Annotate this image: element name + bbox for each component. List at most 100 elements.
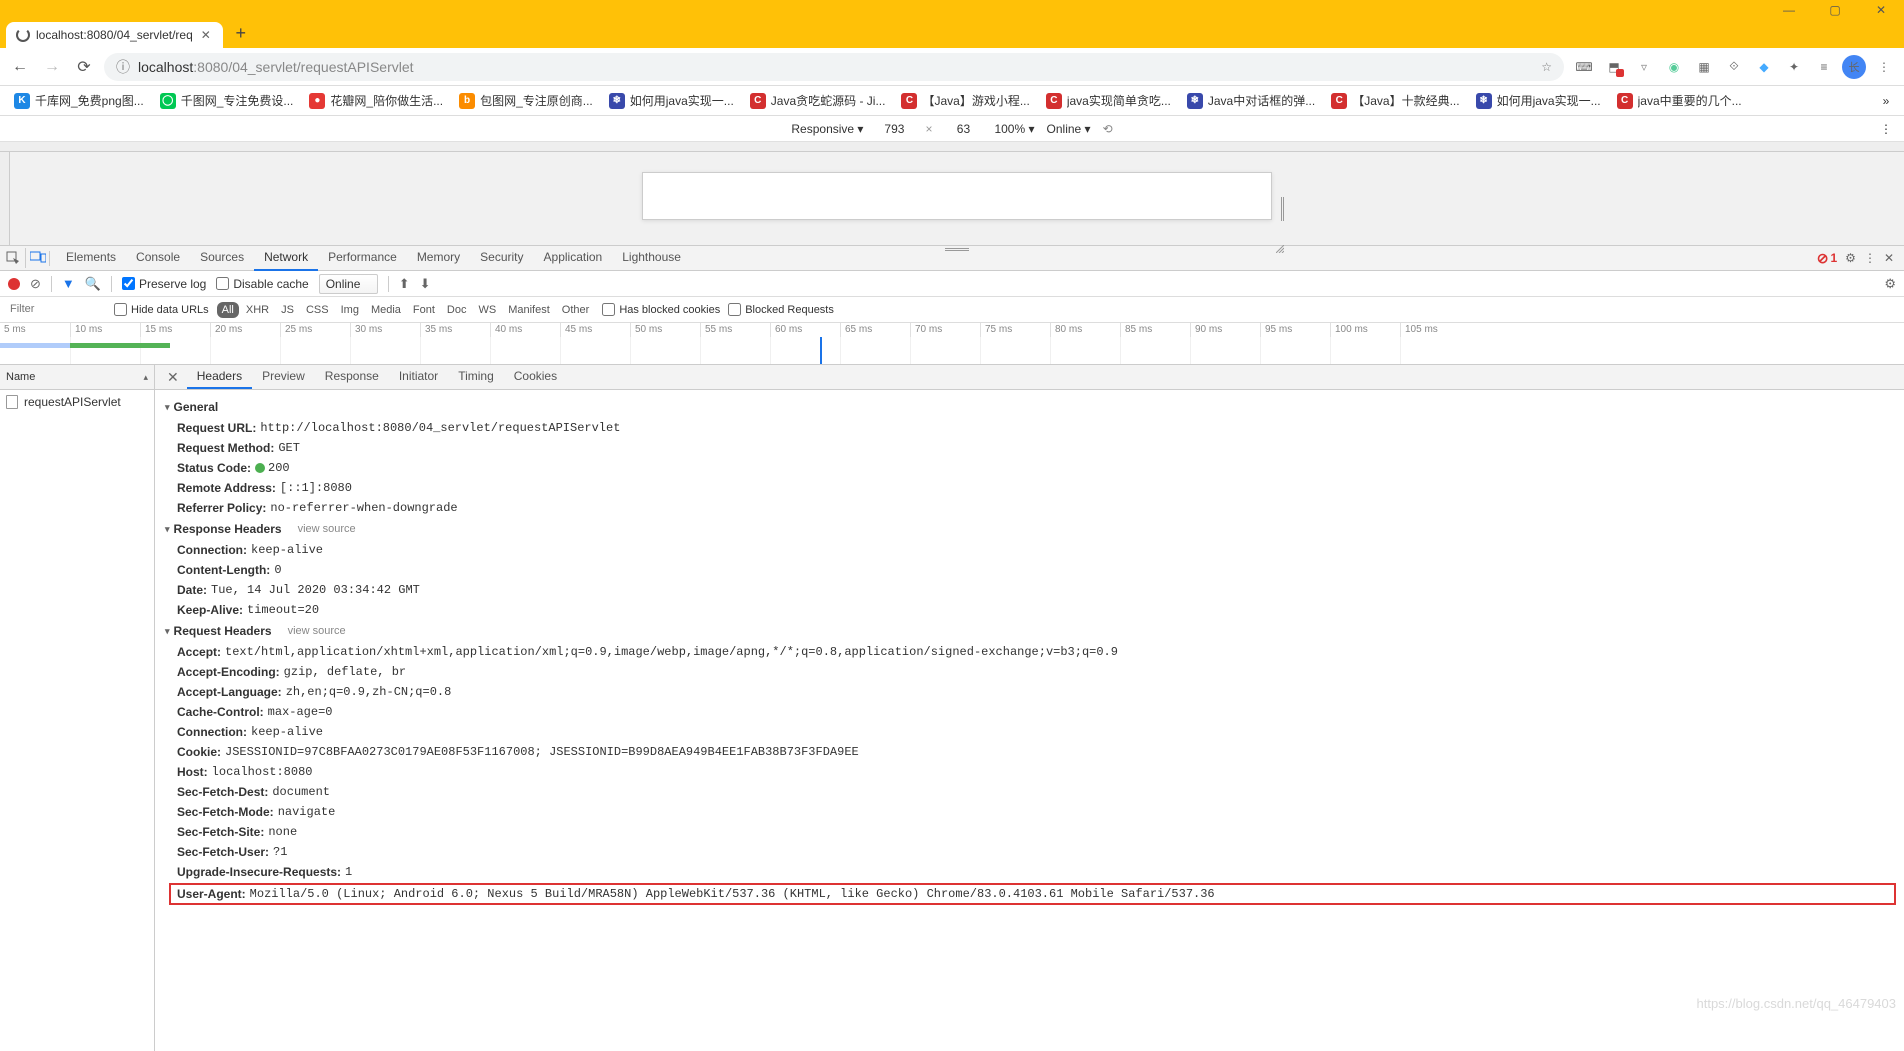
bookmark-item[interactable]: Cjava实现简单贪吃... bbox=[1038, 88, 1179, 113]
bookmark-item[interactable]: ❄如何用java实现一... bbox=[1468, 88, 1609, 113]
profile-avatar[interactable]: 长 bbox=[1842, 55, 1866, 79]
bookmarks-overflow-icon[interactable]: » bbox=[1874, 94, 1898, 108]
network-overview[interactable]: 5 ms10 ms15 ms20 ms25 ms30 ms35 ms40 ms4… bbox=[0, 323, 1904, 365]
filter-type-img[interactable]: Img bbox=[336, 302, 364, 318]
bookmark-item[interactable]: ◯千图网_专注免费设... bbox=[152, 88, 302, 113]
ext-icon[interactable]: ⟐ bbox=[1722, 55, 1746, 79]
filter-type-font[interactable]: Font bbox=[408, 302, 440, 318]
resize-handle-right[interactable] bbox=[1281, 197, 1284, 221]
view-source-link[interactable]: view source bbox=[298, 523, 356, 535]
filter-type-manifest[interactable]: Manifest bbox=[503, 302, 555, 318]
filter-type-css[interactable]: CSS bbox=[301, 302, 334, 318]
zoom-select[interactable]: 100% ▾ bbox=[994, 122, 1034, 136]
nav-forward-icon[interactable]: → bbox=[40, 55, 64, 79]
device-width[interactable]: 793 bbox=[875, 122, 913, 136]
request-list-header[interactable]: Name bbox=[0, 365, 154, 390]
request-row[interactable]: requestAPIServlet bbox=[0, 390, 154, 414]
filter-type-ws[interactable]: WS bbox=[473, 302, 501, 318]
record-icon[interactable] bbox=[8, 278, 20, 290]
section-header[interactable]: General bbox=[155, 396, 1904, 418]
bookmark-item[interactable]: Cjava中重要的几个... bbox=[1609, 88, 1750, 113]
detail-tab-cookies[interactable]: Cookies bbox=[504, 365, 567, 389]
filter-type-js[interactable]: JS bbox=[276, 302, 299, 318]
detail-tab-headers[interactable]: Headers bbox=[187, 365, 252, 389]
filter-toggle-icon[interactable]: ▼ bbox=[62, 276, 75, 291]
bookmark-item[interactable]: b包图网_专注原创商... bbox=[451, 88, 601, 113]
view-source-link[interactable]: view source bbox=[288, 625, 346, 637]
ext-icon[interactable]: ◆ bbox=[1752, 55, 1776, 79]
devtools-tab-network[interactable]: Network bbox=[254, 245, 318, 271]
device-menu-icon[interactable]: ⋮ bbox=[1880, 122, 1892, 136]
devtools-tab-security[interactable]: Security bbox=[470, 245, 533, 271]
detail-tab-response[interactable]: Response bbox=[315, 365, 389, 389]
ext-icon[interactable]: ◉ bbox=[1662, 55, 1686, 79]
bookmark-item[interactable]: ●花瓣网_陪你做生活... bbox=[301, 88, 451, 113]
filter-input[interactable] bbox=[6, 301, 106, 318]
throttle-select[interactable]: Online ▾ bbox=[1047, 122, 1091, 136]
network-settings-icon[interactable]: ⚙ bbox=[1884, 276, 1896, 292]
devtools-tab-lighthouse[interactable]: Lighthouse bbox=[612, 245, 691, 271]
bookmark-item[interactable]: C【Java】十款经典... bbox=[1323, 88, 1467, 113]
translate-icon[interactable]: ⌨ bbox=[1572, 55, 1596, 79]
ext-icon[interactable]: ▿ bbox=[1632, 55, 1656, 79]
section-header[interactable]: Request Headersview source bbox=[155, 620, 1904, 642]
devtools-tab-application[interactable]: Application bbox=[534, 245, 613, 271]
blocked-cookies-checkbox[interactable]: Has blocked cookies bbox=[602, 303, 720, 316]
preserve-log-checkbox[interactable]: Preserve log bbox=[122, 277, 206, 291]
filter-type-doc[interactable]: Doc bbox=[442, 302, 472, 318]
nav-reload-icon[interactable]: ⟳ bbox=[72, 55, 96, 79]
devtools-tab-sources[interactable]: Sources bbox=[190, 245, 254, 271]
devtools-tab-memory[interactable]: Memory bbox=[407, 245, 470, 271]
bookmark-item[interactable]: ❄Java中对话框的弹... bbox=[1179, 88, 1323, 113]
download-har-icon[interactable]: ⬇ bbox=[420, 276, 431, 292]
devtools-tab-console[interactable]: Console bbox=[126, 245, 190, 271]
error-count[interactable]: 1 bbox=[1817, 250, 1837, 267]
ext-icon[interactable]: ⬒ bbox=[1602, 55, 1626, 79]
site-info-icon[interactable]: ⓘ bbox=[116, 57, 130, 77]
filter-type-media[interactable]: Media bbox=[366, 302, 406, 318]
window-maximize[interactable]: ▢ bbox=[1812, 0, 1858, 20]
hide-dataurls-checkbox[interactable]: Hide data URLs bbox=[114, 303, 209, 316]
disable-cache-checkbox[interactable]: Disable cache bbox=[216, 277, 308, 291]
bookmark-item[interactable]: CJava贪吃蛇源码 - Ji... bbox=[742, 88, 894, 113]
window-close[interactable]: ✕ bbox=[1858, 0, 1904, 20]
bookmark-item[interactable]: ❄如何用java实现一... bbox=[601, 88, 742, 113]
window-minimize[interactable]: — bbox=[1766, 0, 1812, 20]
bookmark-item[interactable]: C【Java】游戏小程... bbox=[893, 88, 1037, 113]
inspect-element-icon[interactable] bbox=[6, 248, 26, 268]
detail-tab-initiator[interactable]: Initiator bbox=[389, 365, 448, 389]
device-mode-icon[interactable] bbox=[26, 251, 50, 266]
filter-type-all[interactable]: All bbox=[217, 302, 239, 318]
device-select[interactable]: Responsive ▾ bbox=[791, 122, 863, 136]
nav-back-icon[interactable]: ← bbox=[8, 55, 32, 79]
section-header[interactable]: Response Headersview source bbox=[155, 518, 1904, 540]
upload-har-icon[interactable]: ⬆ bbox=[399, 276, 410, 292]
devtools-settings-icon[interactable]: ⚙ bbox=[1845, 251, 1856, 265]
detail-close-icon[interactable]: ✕ bbox=[161, 369, 185, 386]
devtools-tab-performance[interactable]: Performance bbox=[318, 245, 407, 271]
resize-handle-corner[interactable] bbox=[1276, 245, 1284, 253]
url-box[interactable]: ⓘ localhost:8080/04_servlet/requestAPISe… bbox=[104, 53, 1564, 81]
devtools-menu-icon[interactable]: ⋮ bbox=[1864, 251, 1876, 265]
devtools-close-icon[interactable]: ✕ bbox=[1884, 251, 1894, 265]
extensions-icon[interactable]: ✦ bbox=[1782, 55, 1806, 79]
device-height[interactable]: 63 bbox=[944, 122, 982, 136]
star-icon[interactable]: ☆ bbox=[1541, 60, 1552, 74]
blocked-requests-checkbox[interactable]: Blocked Requests bbox=[728, 303, 834, 316]
rotate-icon[interactable]: ⟲ bbox=[1103, 122, 1113, 136]
ext-icon[interactable]: ▦ bbox=[1692, 55, 1716, 79]
chrome-menu-icon[interactable]: ⋮ bbox=[1872, 55, 1896, 79]
filter-type-other[interactable]: Other bbox=[557, 302, 595, 318]
search-icon[interactable]: 🔍 bbox=[85, 276, 101, 292]
devtools-tab-elements[interactable]: Elements bbox=[56, 245, 126, 271]
tab-close-icon[interactable]: ✕ bbox=[199, 28, 213, 42]
reading-list-icon[interactable]: ≡ bbox=[1812, 55, 1836, 79]
filter-type-xhr[interactable]: XHR bbox=[241, 302, 274, 318]
throttle-dropdown[interactable]: Online bbox=[319, 274, 378, 294]
clear-icon[interactable]: ⊘ bbox=[30, 276, 41, 292]
detail-tab-preview[interactable]: Preview bbox=[252, 365, 315, 389]
bookmark-item[interactable]: K千库网_免费png图... bbox=[6, 88, 152, 113]
detail-tab-timing[interactable]: Timing bbox=[448, 365, 504, 389]
resize-handle-bottom[interactable] bbox=[945, 248, 969, 251]
browser-tab[interactable]: localhost:8080/04_servlet/req ✕ bbox=[6, 22, 223, 48]
